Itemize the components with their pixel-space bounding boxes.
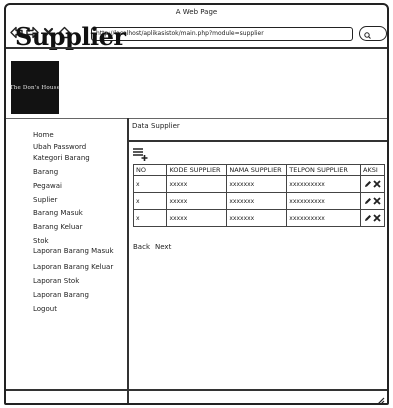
header-bottom-divider (6, 118, 387, 119)
sidebar-item-home[interactable]: Home (33, 131, 153, 140)
forward-arrow-icon[interactable] (26, 26, 39, 39)
url-input[interactable]: http://localhost/aplikasistok/main.php?m… (91, 27, 353, 41)
cell-nama-supplier: xxxxxxx (226, 209, 288, 227)
table-row: x xxxxx xxxxxxx xxxxxxxxxx (132, 192, 385, 210)
cell-telpon-supplier: xxxxxxxxxx (286, 209, 361, 227)
search-icon (364, 24, 371, 43)
table-header-row: NO KODE SUPPLIER NAMA SUPPLIER TELPON SU… (132, 164, 385, 176)
cell-no: x (132, 175, 168, 193)
logo: The Don's House (9, 61, 61, 114)
sidebar-divider (127, 118, 129, 403)
back-link[interactable]: Back (133, 243, 150, 251)
cell-aksi (360, 209, 385, 227)
pencil-icon[interactable] (364, 180, 372, 188)
browser-window: A Web Page http://localhost/aplikasistok… (4, 3, 389, 405)
logo-text: The Don's House (9, 84, 61, 91)
table-row: x xxxxx xxxxxxx xxxxxxxxxx (132, 209, 385, 227)
sidebar-item-logout[interactable]: Logout (33, 305, 153, 314)
cell-aksi (360, 175, 385, 193)
home-icon[interactable] (58, 26, 71, 39)
column-header-aksi: AKSI (360, 164, 385, 176)
supplier-table: NO KODE SUPPLIER NAMA SUPPLIER TELPON SU… (132, 164, 385, 227)
next-link[interactable]: Next (155, 243, 171, 251)
column-header-nama-supplier: NAMA SUPPLIER (226, 164, 288, 176)
section-divider (129, 140, 387, 142)
sidebar-item-laporan-stok[interactable]: Laporan Stok (33, 277, 153, 286)
cell-kode-supplier: xxxxx (166, 175, 228, 193)
sidebar-item-laporan-barang[interactable]: Laporan Barang (33, 291, 153, 300)
cell-nama-supplier: xxxxxxx (226, 175, 288, 193)
header-divider (6, 47, 387, 49)
cell-telpon-supplier: xxxxxxxxxx (286, 175, 361, 193)
pencil-icon[interactable] (364, 214, 372, 222)
cell-no: x (132, 192, 168, 210)
cell-telpon-supplier: xxxxxxxxxx (286, 192, 361, 210)
close-icon[interactable] (42, 26, 55, 39)
nav-buttons (10, 26, 71, 39)
section-title: Data Supplier (132, 122, 180, 130)
column-header-telpon-supplier: TELPON SUPPLIER (286, 164, 361, 176)
sidebar-item-laporan-barang-keluar[interactable]: Laporan Barang Keluar (33, 263, 153, 272)
window-title: A Web Page (175, 8, 218, 16)
delete-icon[interactable] (373, 180, 382, 188)
footer-divider (6, 389, 387, 391)
column-header-no: NO (132, 164, 168, 176)
resize-grip-icon[interactable] (375, 391, 385, 403)
delete-icon[interactable] (373, 214, 382, 222)
delete-icon[interactable] (373, 197, 382, 205)
pencil-icon[interactable] (364, 197, 372, 205)
column-header-kode-supplier: KODE SUPPLIER (166, 164, 228, 176)
cell-kode-supplier: xxxxx (166, 209, 228, 227)
browser-navbar: http://localhost/aplikasistok/main.php?m… (6, 21, 387, 47)
cell-kode-supplier: xxxxx (166, 192, 228, 210)
cell-no: x (132, 209, 168, 227)
back-arrow-icon[interactable] (10, 26, 23, 39)
search-input[interactable] (359, 26, 387, 41)
cell-nama-supplier: xxxxxxx (226, 192, 288, 210)
table-row: x xxxxx xxxxxxx xxxxxxxxxx (132, 175, 385, 193)
add-list-icon[interactable] (132, 146, 148, 161)
pagination: Back Next (133, 243, 171, 251)
cell-aksi (360, 192, 385, 210)
